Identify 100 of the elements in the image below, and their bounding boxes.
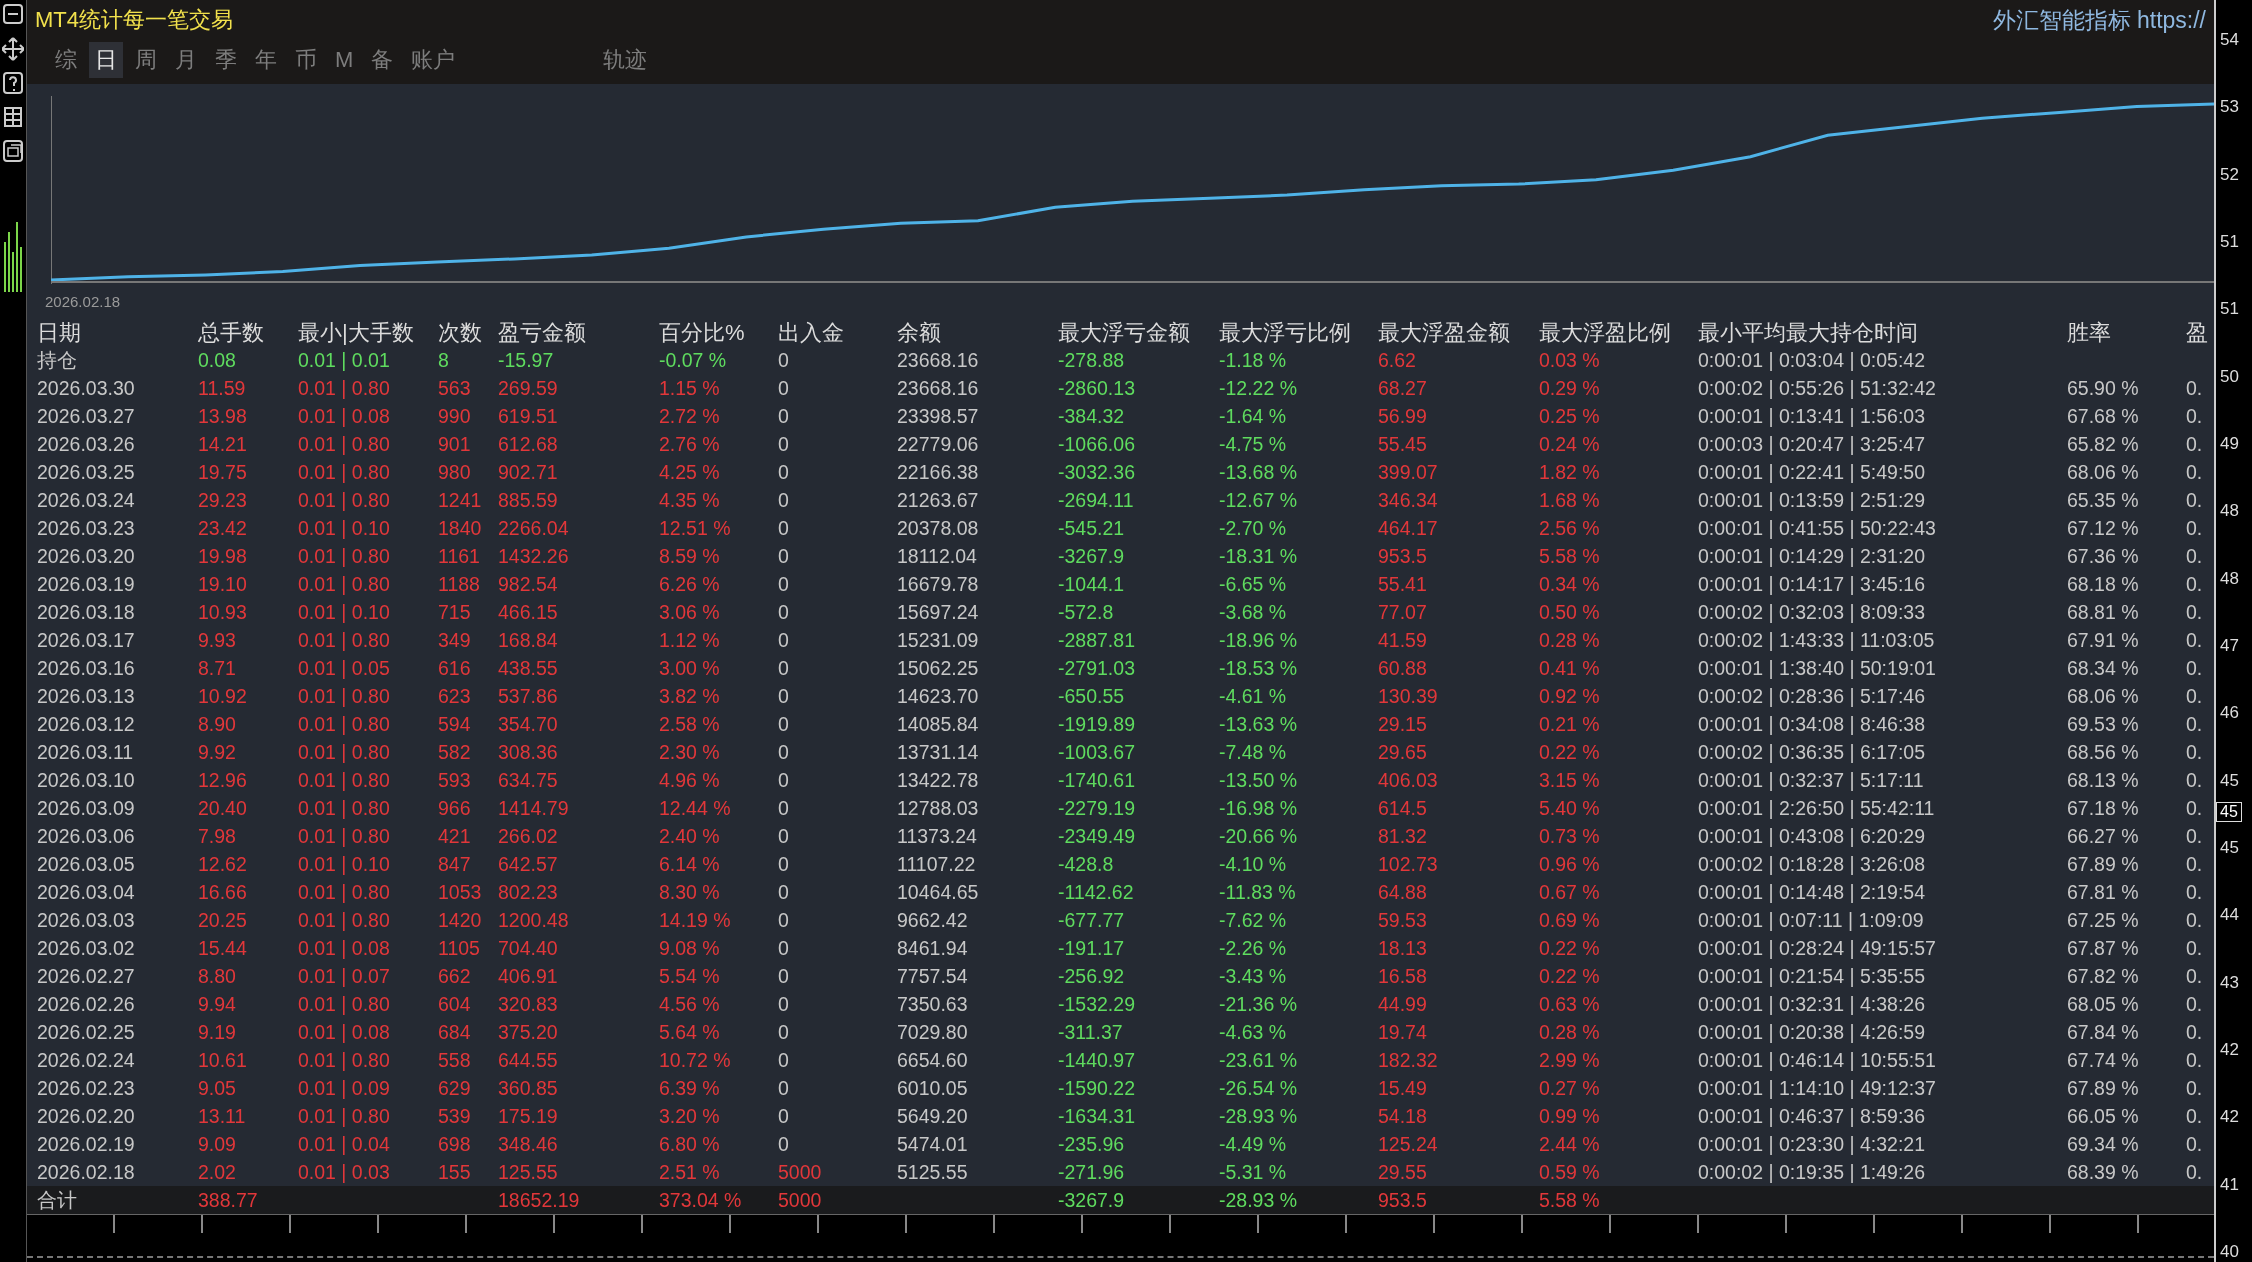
float-profit-ratio-cell-text: 0.29 % <box>1539 376 1601 400</box>
win-rate-cell-text: 69.53 % <box>2067 712 2140 736</box>
deposit-cell-text: 0 <box>778 908 790 932</box>
percent-cell-text: 8.30 % <box>659 880 721 904</box>
date-cell-text: 2026.02.23 <box>37 1076 136 1100</box>
lot-range-cell-text: 0.01 | 0.80 <box>298 992 391 1016</box>
trades-cell-text: 604 <box>438 992 472 1016</box>
float-loss-cell-text: -191.17 <box>1058 936 1126 960</box>
lots-cell-text: 13.11 <box>198 1104 247 1128</box>
trades-cell-text: 1420 <box>438 908 483 932</box>
float-loss-ratio-cell-text: -4.75 % <box>1219 432 1288 456</box>
balance-cell-text: 15062.25 <box>897 656 980 680</box>
lots-cell-text: 8.71 <box>198 656 237 680</box>
move-icon[interactable] <box>2 36 24 62</box>
period-tab[interactable]: 账户 <box>405 42 462 78</box>
win-rate-cell-text: 67.12 % <box>2067 516 2140 540</box>
date-cell-text: 2026.03.02 <box>37 936 136 960</box>
period-tab[interactable]: 日 <box>89 42 123 78</box>
float-loss-ratio-cell-text: -1.18 % <box>1219 348 1288 372</box>
trades-cell-text: 966 <box>438 796 472 820</box>
win-rate-cell-text: 68.05 % <box>2067 992 2140 1016</box>
deposit-cell-text: 0 <box>778 1020 790 1044</box>
period-tab[interactable]: 季 <box>209 42 243 78</box>
float-loss-ratio-cell-text: -18.31 % <box>1219 544 1299 568</box>
trades-cell-text: 901 <box>438 432 472 456</box>
float-profit-ratio-cell-text: 0.69 % <box>1539 908 1601 932</box>
win-rate-cell-text: 67.89 % <box>2067 1076 2140 1100</box>
float-loss-ratio-cell-text: -12.67 % <box>1219 488 1299 512</box>
hold-time-cell-text: 0:00:01 | 0:43:08 | 6:20:29 <box>1698 824 1926 848</box>
float-profit-ratio-cell-text: 0.67 % <box>1539 880 1601 904</box>
price-tick: 42 <box>2219 1107 2240 1128</box>
float-profit-ratio-cell-text: 3.15 % <box>1539 768 1601 792</box>
profit-cell-text: 1414.79 <box>498 796 570 820</box>
lot-range-cell-text: 0.01 | 0.80 <box>298 712 391 736</box>
win-rate-cell-text: 65.90 % <box>2067 376 2140 400</box>
hold-time-cell-text: 0:00:02 | 0:32:03 | 8:09:33 <box>1698 600 1926 624</box>
balance-cell-text: 7029.80 <box>897 1020 969 1044</box>
period-tab[interactable]: 币 <box>289 42 323 78</box>
table-cell-text: 0. <box>2186 880 2204 904</box>
float-loss-ratio-cell-text: -12.22 % <box>1219 376 1299 400</box>
column-header: 次数 <box>438 319 483 347</box>
date-cell-text: 2026.02.26 <box>37 992 136 1016</box>
table-cell-text: 0. <box>2186 768 2204 792</box>
date-cell-text: 2026.03.17 <box>37 628 136 652</box>
table-cell-text: 0. <box>2186 796 2204 820</box>
lot-range-cell-text: 0.01 | 0.80 <box>298 432 391 456</box>
float-profit-ratio-cell-text: 0.96 % <box>1539 852 1601 876</box>
date-cell-text: 2026.02.20 <box>37 1104 136 1128</box>
period-tab[interactable]: 轨迹 <box>597 42 654 78</box>
profit-cell-text: 2266.04 <box>498 516 570 540</box>
win-rate-cell-text: 67.82 % <box>2067 964 2140 988</box>
profit-cell-text: 125.55 <box>498 1160 559 1184</box>
lots-cell-text: 7.98 <box>198 824 237 848</box>
balance-cell-text: 12788.03 <box>897 796 980 820</box>
float-loss-ratio-cell-text: -4.49 % <box>1219 1132 1288 1156</box>
hold-time-cell-text: 0:00:01 | 0:41:55 | 50:22:43 <box>1698 516 1937 540</box>
period-tab[interactable]: 年 <box>249 42 283 78</box>
profit-cell-text: 466.15 <box>498 600 559 624</box>
help-icon[interactable] <box>2 70 24 96</box>
lot-range-cell-text: 0.01 | 0.80 <box>298 796 391 820</box>
float-loss-ratio-cell-text: -18.53 % <box>1219 656 1299 680</box>
lots-cell-text: 16.66 <box>198 880 248 904</box>
column-header: 最小|大手数 <box>298 319 415 347</box>
lots-cell-text: 9.92 <box>198 740 237 764</box>
float-profit-ratio-cell-text: 0.50 % <box>1539 600 1601 624</box>
table-cell-text: 0. <box>2186 684 2204 708</box>
lot-range-cell-text: 0.01 | 0.80 <box>298 740 391 764</box>
windows-icon[interactable] <box>2 138 24 164</box>
lot-range-cell-text: 0.01 | 0.80 <box>298 880 391 904</box>
lots-cell-text: 8.90 <box>198 712 237 736</box>
percent-cell-text: 12.51 % <box>659 516 732 540</box>
period-tab[interactable]: 月 <box>169 42 203 78</box>
hold-time-cell-text: 0:00:01 | 0:28:24 | 49:15:57 <box>1698 936 1937 960</box>
hold-time-cell-text: 0:00:01 | 0:46:14 | 10:55:51 <box>1698 1048 1937 1072</box>
column-header: 盈亏金额 <box>498 319 587 347</box>
profit-cell-text: 168.84 <box>498 628 559 652</box>
float-profit-cell-text: 6.62 <box>1378 348 1417 372</box>
float-profit-cell-text: 64.88 <box>1378 880 1428 904</box>
period-tab[interactable]: 综 <box>49 42 83 78</box>
grid-icon[interactable] <box>2 104 24 130</box>
float-loss-cell-text: -256.92 <box>1058 964 1126 988</box>
period-tab[interactable]: 周 <box>129 42 163 78</box>
table-cell-text: 0. <box>2186 1020 2204 1044</box>
deposit-cell-text: 0 <box>778 712 790 736</box>
win-rate-cell-text: 68.81 % <box>2067 600 2140 624</box>
float-profit-ratio-cell-text: 0.21 % <box>1539 712 1601 736</box>
float-profit-ratio-cell-text: 0.41 % <box>1539 656 1601 680</box>
float-loss-ratio-cell-text: -11.83 % <box>1219 880 1297 904</box>
float-loss-ratio-cell-text: -6.65 % <box>1219 572 1288 596</box>
period-tab[interactable]: M <box>329 44 360 76</box>
period-tab[interactable]: 备 <box>365 42 400 78</box>
float-profit-ratio-cell-text: 2.99 % <box>1539 1048 1601 1072</box>
lot-range-cell-text: 0.01 | 0.80 <box>298 824 391 848</box>
balance-cell-text: 23398.57 <box>897 404 980 428</box>
win-rate-cell-text: 66.27 % <box>2067 824 2140 848</box>
balance-cell-text: 14085.84 <box>897 712 980 736</box>
win-rate-cell-text: 69.34 % <box>2067 1132 2140 1156</box>
profit-cell-text: -15.97 <box>498 348 555 372</box>
float-loss-cell-text: -2887.81 <box>1058 628 1136 652</box>
lots-cell-text: 20.40 <box>198 796 248 820</box>
